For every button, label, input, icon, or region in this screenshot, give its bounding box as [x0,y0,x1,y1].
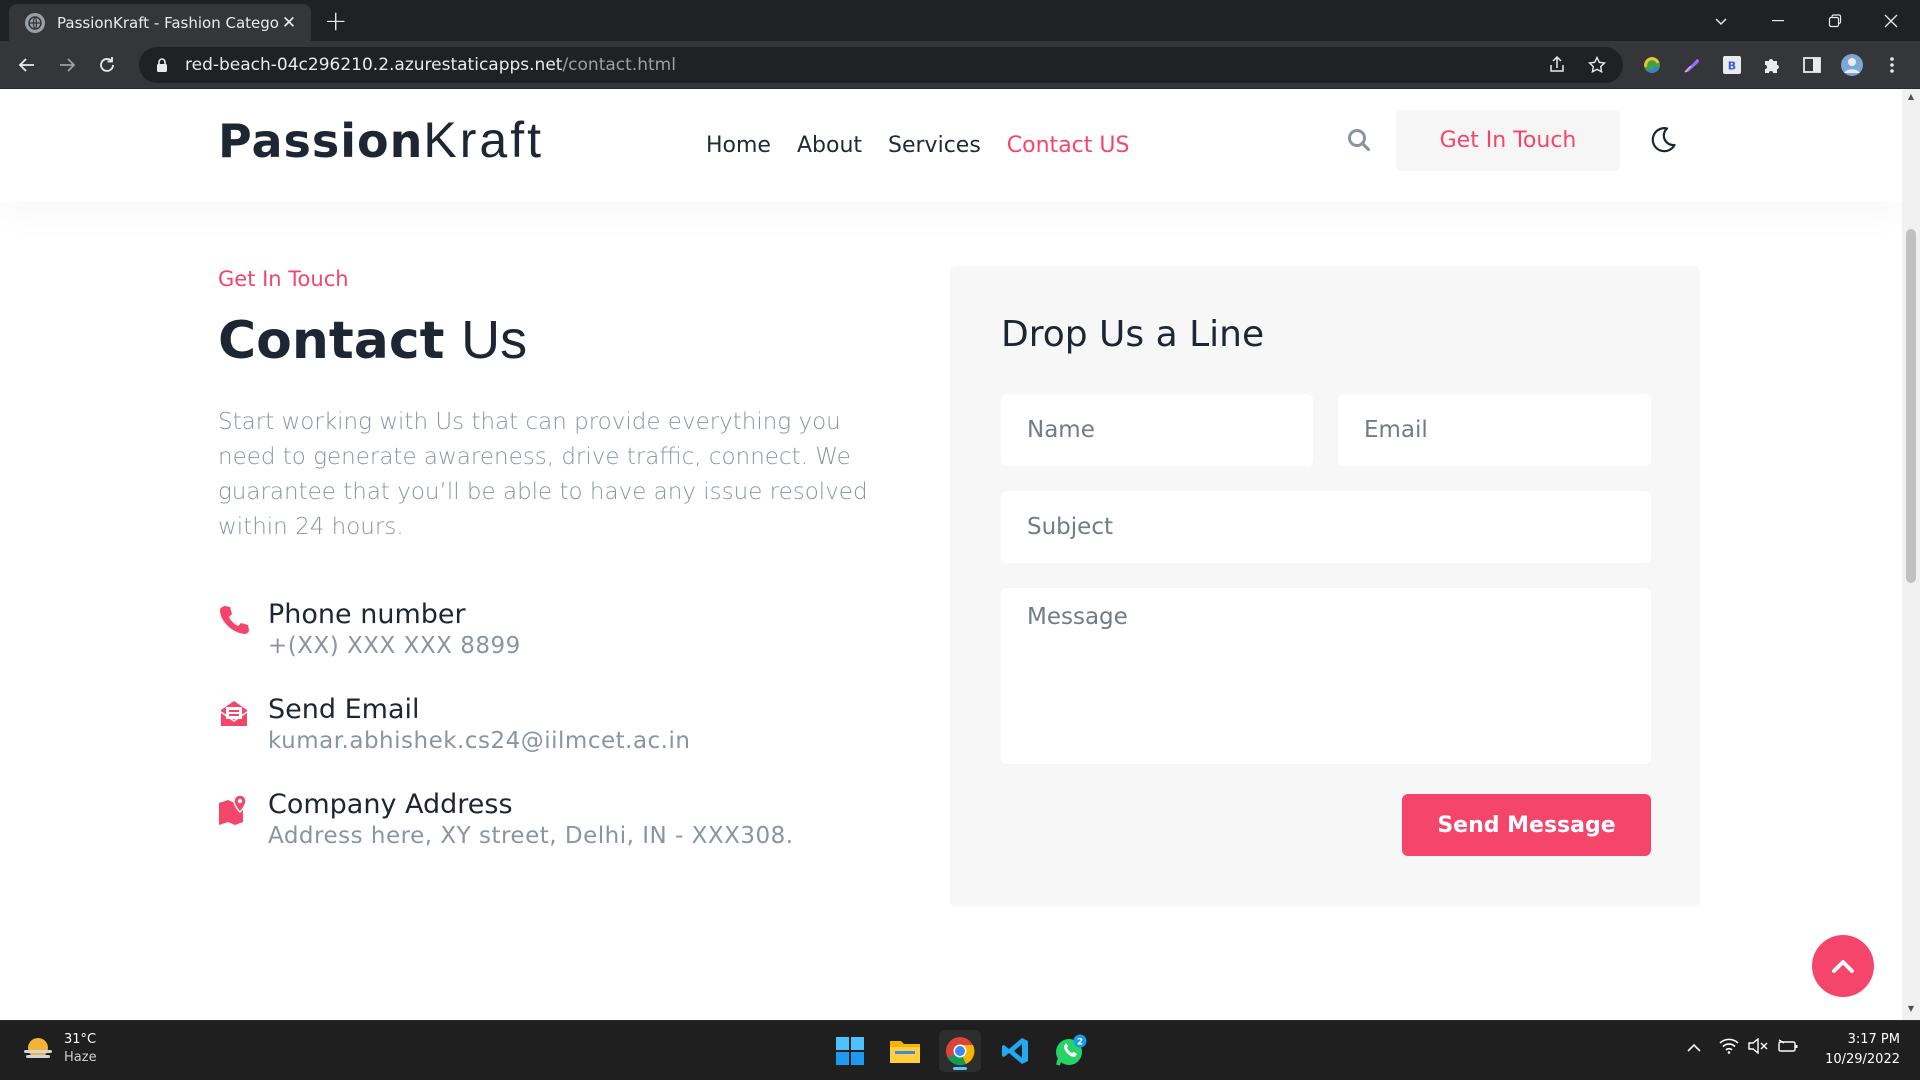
nav-home[interactable]: Home [706,133,771,158]
lock-icon[interactable] [151,57,173,73]
weather-condition: Haze [64,1050,97,1065]
windows-taskbar: 31°C Haze 2 3:17 PM 10/29/2022 [0,1020,1920,1080]
contact-value[interactable]: +(XX) XXX XXX 8899 [268,633,521,659]
weather-haze-icon [24,1038,52,1058]
whatsapp-icon[interactable]: 2 [1049,1030,1091,1072]
name-input[interactable] [1001,394,1313,466]
nav-contact[interactable]: Contact US [1007,133,1130,158]
contact-value: Address here, XY street, Delhi, IN - XXX… [268,823,794,849]
scrollbar-thumb[interactable] [1906,229,1916,583]
intro-text: Start working with Us that can provide e… [218,409,868,540]
svg-text:B: B [1728,60,1736,73]
contact-value[interactable]: kumar.abhishek.cs24@iilmcet.ac.in [268,728,690,754]
battery-icon[interactable] [1777,1038,1799,1058]
address-bar[interactable]: red-beach-04c296210.2.azurestaticapps.ne… [139,47,1623,83]
tab-title: PassionKraft - Fashion Category [57,13,279,32]
browser-toolbar: red-beach-04c296210.2.azurestaticapps.ne… [0,41,1920,89]
side-panel-icon[interactable] [1800,53,1824,77]
tray-chevron-up-icon[interactable] [1686,1039,1702,1058]
contact-item-address: Company Address Address here, XY street,… [218,789,858,859]
back-icon[interactable] [11,49,43,81]
section-label: Get In Touch [218,267,349,291]
contact-form-card: Drop Us a Line Send Message [950,266,1700,906]
url-host: red-beach-04c296210.2.azurestaticapps.ne… [185,55,563,75]
nav-services[interactable]: Services [888,133,981,158]
site-header: PassionKraft Home About Services Contact… [0,89,1902,202]
page-scrollbar[interactable]: ▲ ▼ [1902,89,1920,1020]
title-strong: Contact [218,311,445,371]
url-path: /contact.html [562,55,676,75]
tab-search-icon[interactable] [1692,0,1750,41]
email-icon [218,698,250,730]
restore-icon[interactable] [1806,0,1864,41]
contact-item-email: Send Email kumar.abhishek.cs24@iilmcet.a… [218,694,858,764]
active-app-indicator [953,1067,967,1070]
browser-tab[interactable]: PassionKraft - Fashion Category ✕ [9,4,311,41]
email-input[interactable] [1338,394,1651,466]
form-title: Drop Us a Line [1001,314,1265,355]
logo-light-text: Kraft [423,112,544,168]
contact-heading: Send Email [268,694,420,725]
message-textarea[interactable] [1001,588,1651,764]
vscode-icon[interactable] [994,1030,1036,1072]
extension-b-icon[interactable]: B [1720,53,1744,77]
page-title: Contact Us [218,309,527,371]
scroll-down-arrow-icon[interactable]: ▼ [1902,1004,1920,1013]
globe-icon [25,12,45,33]
close-window-icon[interactable] [1862,0,1920,41]
clock-time: 3:17 PM [1847,1032,1900,1047]
star-icon[interactable] [1582,47,1612,83]
profile-avatar-icon[interactable] [1840,53,1864,77]
contact-heading: Company Address [268,789,513,820]
dark-mode-moon-icon[interactable] [1648,125,1678,155]
extension-feather-icon[interactable] [1680,53,1704,77]
browser-menu-icon[interactable] [1880,53,1904,77]
weather-temperature: 31°C [64,1032,97,1047]
url-text: red-beach-04c296210.2.azurestaticapps.ne… [185,55,676,75]
whatsapp-badge: 2 [1077,1038,1083,1048]
wifi-icon[interactable] [1719,1038,1739,1058]
chevron-up-icon [1832,960,1854,973]
minimize-icon[interactable] [1750,0,1808,41]
title-light: Us [461,310,528,370]
page-viewport: PassionKraft Home About Services Contact… [0,89,1902,1020]
share-icon[interactable] [1542,47,1572,83]
contact-heading: Phone number [268,599,466,630]
logo-strong-text: Passion [218,114,424,168]
system-clock[interactable]: 3:17 PM 10/29/2022 [1808,1030,1900,1070]
forward-icon[interactable] [51,49,83,81]
scroll-up-arrow-icon[interactable]: ▲ [1902,92,1920,101]
volume-muted-icon[interactable] [1748,1037,1768,1058]
new-tab-button[interactable]: + [324,7,347,35]
extensions-puzzle-icon[interactable] [1760,53,1784,77]
chrome-taskbar-icon[interactable] [939,1030,981,1072]
windows-start-icon[interactable] [829,1030,871,1072]
file-explorer-icon[interactable] [884,1030,926,1072]
send-message-button[interactable]: Send Message [1402,794,1651,856]
reload-icon[interactable] [91,49,123,81]
subject-input[interactable] [1001,491,1651,563]
weather-widget[interactable]: 31°C Haze [22,1031,97,1067]
nav-about[interactable]: About [797,133,862,158]
search-icon[interactable] [1346,127,1372,153]
site-logo[interactable]: PassionKraft [218,111,544,169]
scroll-to-top-button[interactable] [1812,935,1874,997]
browser-tab-strip: PassionKraft - Fashion Category ✕ + [0,0,1920,41]
tab-close-icon[interactable]: ✕ [279,13,299,33]
map-icon [218,793,250,825]
contact-item-phone: Phone number +(XX) XXX XXX 8899 [218,599,858,669]
clock-date: 10/29/2022 [1825,1052,1900,1067]
extension-color-icon[interactable] [1640,53,1664,77]
phone-icon [218,603,250,635]
main-nav: Home About Services Contact US [706,125,1155,165]
get-in-touch-button[interactable]: Get In Touch [1396,110,1620,171]
